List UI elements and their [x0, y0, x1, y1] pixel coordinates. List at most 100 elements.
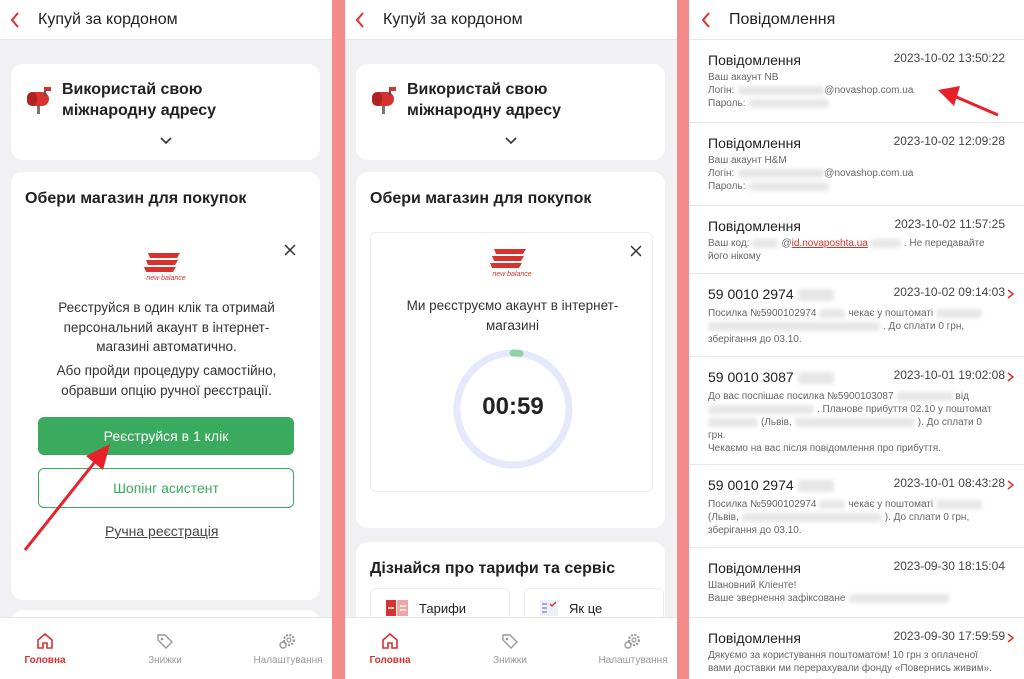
- tariffs-tile-label: Тарифи: [419, 600, 467, 616]
- message-item[interactable]: 59 0010 3087 2023-10-01 19:02:08 До вас …: [689, 357, 1024, 465]
- tab-settings[interactable]: Налаштування: [593, 618, 673, 679]
- tab-discounts[interactable]: Знижки: [475, 618, 545, 679]
- tag-icon: [157, 633, 173, 649]
- tab-discounts-label: Знижки: [493, 654, 527, 666]
- checklist-icon: [540, 600, 558, 616]
- tab-settings-label: Налаштування: [253, 654, 323, 666]
- registration-progress: new balance Ми реєструємо акаунт в інтер…: [370, 232, 653, 492]
- message-body: Шановний Кліенте! Ваше звернення зафіксо…: [708, 579, 1016, 605]
- tag-icon: [502, 633, 518, 649]
- tab-discounts-label: Знижки: [148, 654, 182, 666]
- message-body: Ваш код: @id.novaposhta.ua. Не передавайт…: [708, 238, 985, 262]
- message-item[interactable]: Повідомлення 2023-09-30 18:15:04 Шановни…: [689, 548, 1024, 618]
- svg-text:new balance: new balance: [492, 271, 531, 277]
- store-registration: new balance Реєструйся в один клік та от…: [25, 227, 308, 555]
- chevron-down-icon[interactable]: [159, 136, 173, 146]
- message-title: 59 0010 2974: [708, 477, 834, 493]
- chevron-down-icon[interactable]: [504, 136, 518, 146]
- home-icon: [382, 632, 398, 649]
- tab-bar: Головна Знижки Налаштування: [0, 617, 332, 679]
- message-body: До вас поспішає посилка №5900103087 від .…: [708, 391, 992, 454]
- tab-home-label: Головна: [24, 654, 66, 666]
- message-item[interactable]: Повідомлення 2023-09-30 17:59:59 Дякуємо…: [689, 618, 1024, 679]
- mailbox-icon: [27, 87, 51, 114]
- message-title: Повідомлення: [708, 135, 801, 151]
- back-button[interactable]: [0, 0, 30, 40]
- address-card[interactable]: Використай свою міжнародну адресу: [11, 64, 320, 160]
- message-title: Повідомлення: [708, 630, 801, 646]
- page-title: Купуй за кордоном: [38, 10, 178, 28]
- register-description: Реєструйся в один клік та отримай персона…: [58, 300, 275, 354]
- address-title: Використай свою міжнародну адресу: [62, 81, 216, 119]
- message-title: 59 0010 3087: [708, 369, 834, 385]
- message-item[interactable]: Повідомлення 2023-10-02 12:09:28 Ваш ака…: [689, 123, 1024, 206]
- section-title: Обери магазин для покупок: [370, 190, 592, 207]
- chevron-left-icon: [701, 11, 710, 28]
- message-item[interactable]: 59 0010 2974 2023-10-02 09:14:03 Посилка…: [689, 274, 1024, 357]
- new-balance-logo: new balance: [490, 249, 532, 277]
- home-icon: [37, 632, 53, 649]
- gear-icon: [624, 633, 641, 649]
- tab-settings-label: Налаштування: [598, 654, 668, 666]
- new-balance-logo: new balance: [144, 253, 186, 281]
- tab-home-label: Головна: [369, 654, 411, 666]
- timer-value: 00:59: [482, 393, 544, 420]
- chevron-left-icon: [10, 11, 19, 28]
- page-title: Повідомлення: [729, 10, 836, 28]
- gear-icon: [279, 633, 296, 649]
- message-time: 2023-10-01 08:43:28: [893, 476, 1005, 490]
- shop-card: Обери магазин для покупок new balance Ре…: [11, 172, 320, 600]
- shopping-assistant-button[interactable]: Шопінг асистент: [38, 468, 294, 508]
- message-item[interactable]: Повідомлення 2023-10-02 11:57:25 Ваш код…: [689, 206, 1024, 274]
- message-item[interactable]: Повідомлення 2023-10-02 13:50:22 Ваш ака…: [689, 40, 1024, 123]
- header: Купуй за кордоном: [0, 0, 332, 40]
- panel-shop-abroad: Купуй за кордоном Використай свою міжнар…: [0, 0, 332, 679]
- message-title: Повідомлення: [708, 560, 801, 576]
- back-button[interactable]: [691, 0, 721, 40]
- tab-settings[interactable]: Налаштування: [248, 618, 328, 679]
- message-body: Дякуємо за користування поштоматом! 10 г…: [708, 650, 992, 674]
- message-body: Ваш акаунт NB Логін: @novashop.com.ua Пар…: [708, 72, 914, 109]
- section-title: Обери магазин для покупок: [25, 190, 247, 207]
- page-title: Купуй за кордоном: [383, 10, 523, 28]
- message-body: Посилка №5900102974 чекає у поштоматі . Д…: [708, 307, 1016, 346]
- chevron-right-icon: [1007, 633, 1014, 643]
- how-it-works-tile-label: Як це: [569, 600, 603, 616]
- address-title: Використай свою міжнародну адресу: [407, 81, 561, 119]
- message-time: 2023-10-02 12:09:28: [893, 134, 1005, 148]
- message-time: 2023-09-30 17:59:59: [893, 629, 1005, 643]
- back-button[interactable]: [345, 0, 375, 40]
- calculator-icon: [386, 600, 408, 616]
- panel-notifications: Повідомлення Повідомлення 2023-10-02 13:…: [689, 0, 1024, 679]
- message-time: 2023-10-02 09:14:03: [893, 285, 1005, 299]
- chevron-right-icon: [1007, 289, 1014, 299]
- address-card[interactable]: Використай свою міжнародну адресу: [356, 64, 665, 160]
- mailbox-icon: [372, 87, 396, 114]
- svg-text:new balance: new balance: [146, 275, 185, 281]
- panel-registration-progress: Купуй за кордоном Використай свою міжнар…: [345, 0, 677, 679]
- one-click-register-button[interactable]: Реєструйся в 1 клік: [38, 417, 294, 455]
- tab-discounts[interactable]: Знижки: [130, 618, 200, 679]
- message-body: Ваш акаунт H&M Логін: @novashop.com.ua Па…: [708, 155, 914, 192]
- message-item[interactable]: 59 0010 2974 2023-10-01 08:43:28 Посилка…: [689, 465, 1024, 548]
- tariffs-title: Дізнайся про тарифи та сервіс: [370, 560, 616, 577]
- message-title: Повідомлення: [708, 218, 801, 234]
- manual-description: Або пройди процедуру самостійно, обравши …: [56, 363, 277, 398]
- chevron-left-icon: [355, 11, 364, 28]
- message-title: Повідомлення: [708, 52, 801, 68]
- tab-bar: Головна Знижки Налаштування: [345, 617, 677, 679]
- progress-description: Ми реєструємо акаунт в інтернет-магазині: [406, 298, 619, 333]
- manual-registration-link[interactable]: Ручна реєстрація: [105, 523, 218, 539]
- message-time: 2023-10-02 13:50:22: [893, 51, 1005, 65]
- header: Повідомлення: [689, 0, 1024, 40]
- message-title: 59 0010 2974: [708, 286, 834, 302]
- chevron-right-icon: [1007, 372, 1014, 382]
- tab-home[interactable]: Головна: [355, 618, 425, 679]
- countdown-timer: 00:59: [451, 347, 575, 471]
- tab-home[interactable]: Головна: [10, 618, 80, 679]
- close-icon[interactable]: [283, 243, 297, 257]
- close-icon[interactable]: [629, 244, 643, 258]
- message-time: 2023-10-02 11:57:25: [894, 217, 1005, 231]
- message-time: 2023-10-01 19:02:08: [893, 368, 1005, 382]
- header: Купуй за кордоном: [345, 0, 677, 40]
